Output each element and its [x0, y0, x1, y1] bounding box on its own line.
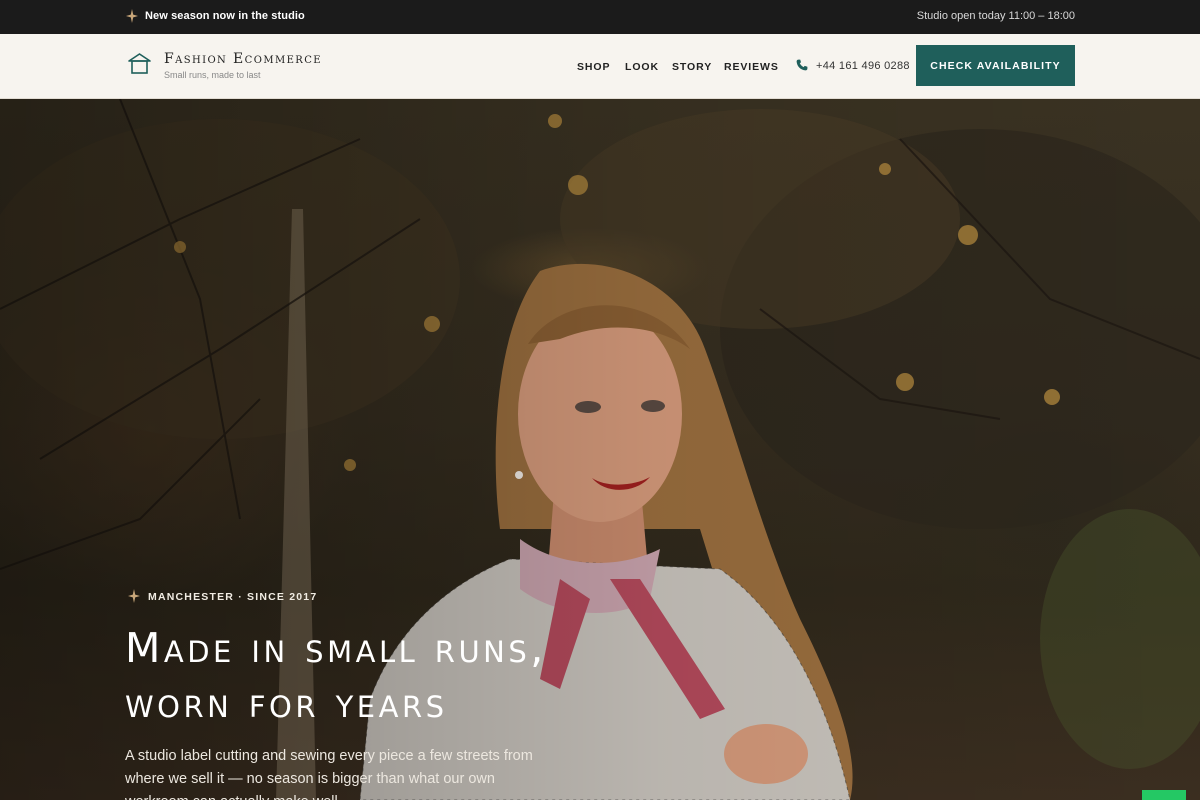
nav-look[interactable]: LOOK	[625, 61, 659, 73]
announcement-promo: New season now in the studio	[145, 10, 305, 22]
hero-section: MANCHESTER · SINCE 2017 Made in small ru…	[0, 99, 1200, 800]
hero-headline: Made in small runs, worn for years	[125, 621, 745, 731]
hero-eyebrow: MANCHESTER · SINCE 2017	[148, 591, 318, 603]
nav-story[interactable]: STORY	[672, 61, 712, 73]
hero-subtext: A studio label cutting and sewing every …	[125, 748, 533, 800]
phone-number-link[interactable]: +44 161 496 0288	[816, 60, 910, 72]
nav-shop[interactable]: SHOP	[577, 61, 610, 73]
hanger-logo-icon[interactable]	[127, 53, 152, 75]
chat-widget-button[interactable]	[1142, 790, 1186, 800]
nav-reviews[interactable]: REVIEWS	[724, 61, 779, 73]
check-availability-button[interactable]: CHECK AVAILABILITY	[916, 45, 1075, 86]
site-header: Fashion Ecommerce Small runs, made to la…	[0, 34, 1200, 99]
sparkle-icon	[126, 9, 138, 23]
brand-name[interactable]: Fashion Ecommerce	[164, 51, 322, 67]
headline-line-1: Made in small runs,	[125, 624, 547, 672]
sparkle-icon	[128, 589, 140, 603]
announcement-bar: New season now in the studio Studio open…	[0, 0, 1200, 34]
headline-line-2: worn for years	[125, 679, 448, 727]
phone-icon	[796, 59, 808, 71]
brand-tagline: Small runs, made to last	[164, 70, 261, 80]
studio-hours: Studio open today 11:00 – 18:00	[916, 10, 1075, 22]
